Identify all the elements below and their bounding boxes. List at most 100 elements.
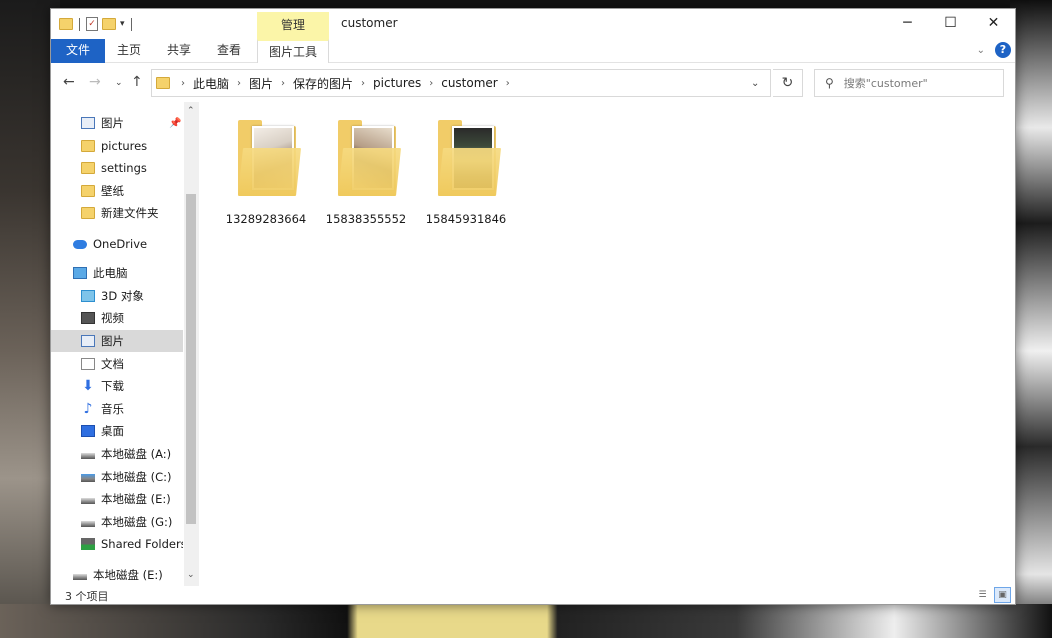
title-bar: ✓ ▾ 管理 customer ─ ☐ ✕	[51, 9, 1015, 40]
breadcrumb-separator-icon[interactable]: ›	[361, 78, 365, 89]
tab-share[interactable]: 共享	[159, 39, 199, 63]
computer-icon	[73, 267, 87, 279]
breadcrumb-separator-icon[interactable]: ›	[281, 78, 285, 89]
breadcrumb-pictures-folder[interactable]: pictures	[373, 76, 421, 90]
drive-icon	[81, 453, 95, 459]
nav-item-pictures-folder[interactable]: pictures	[51, 135, 183, 157]
help-icon[interactable]: ?	[995, 42, 1011, 58]
folder-icon	[156, 77, 170, 89]
new-folder-icon[interactable]	[102, 18, 116, 30]
breadcrumb-separator-icon[interactable]: ›	[429, 78, 433, 89]
nav-item-label: 壁纸	[101, 184, 124, 198]
expand-ribbon-icon[interactable]: ⌄	[977, 45, 985, 56]
recent-locations-icon[interactable]: ⌄	[115, 78, 123, 88]
nav-item-label: 本地磁盘 (G:)	[101, 515, 173, 529]
nav-item-wallpaper[interactable]: 壁纸	[51, 180, 183, 202]
breadcrumb-saved-pictures[interactable]: 保存的图片	[293, 75, 353, 92]
nav-item-this-pc[interactable]: 此电脑	[51, 262, 183, 284]
download-icon: ⬇	[82, 378, 94, 394]
nav-item-downloads[interactable]: ⬇ 下载	[51, 375, 183, 397]
search-input[interactable]	[843, 76, 984, 90]
folder-item[interactable]: 15838355552	[316, 102, 416, 226]
folder-icon	[81, 207, 95, 219]
nav-item-music[interactable]: ♪ 音乐	[51, 398, 183, 420]
close-button[interactable]: ✕	[972, 9, 1015, 37]
address-history-dropdown-icon[interactable]: ⌄	[751, 78, 759, 89]
nav-item-videos[interactable]: 视频	[51, 307, 183, 329]
pin-icon[interactable]: 📌	[169, 118, 181, 129]
item-count: 3 个项目	[65, 590, 109, 603]
nav-item-label: 本地磁盘 (E:)	[101, 492, 171, 506]
tab-file[interactable]: 文件	[51, 39, 105, 63]
video-icon	[81, 312, 95, 324]
breadcrumb-this-pc[interactable]: 此电脑	[193, 75, 229, 92]
nav-item-label: 文档	[101, 357, 124, 371]
nav-item-documents[interactable]: 文档	[51, 353, 183, 375]
breadcrumb-separator-icon[interactable]: ›	[237, 78, 241, 89]
nav-item-pictures-quick[interactable]: 图片 📌	[51, 112, 183, 134]
nav-item-label: 图片	[101, 116, 124, 130]
nav-scrollbar[interactable]: ⌃ ⌄	[184, 102, 199, 586]
back-arrow-icon[interactable]: ←	[63, 74, 75, 90]
breadcrumb-separator-icon[interactable]: ›	[181, 78, 185, 89]
search-icon: ⚲	[825, 76, 834, 90]
scroll-up-icon[interactable]: ⌃	[187, 106, 195, 116]
nav-item-label: 视频	[101, 311, 124, 325]
refresh-icon: ↻	[781, 75, 794, 91]
pictures-icon	[81, 117, 95, 129]
nav-item-drive-g[interactable]: 本地磁盘 (G:)	[51, 511, 183, 533]
nav-item-label: 本地磁盘 (E:)	[93, 568, 163, 582]
navigation-pane: 图片 📌 pictures settings 壁纸 新建文件夹 OneDrive…	[51, 102, 183, 586]
nav-item-3d-objects[interactable]: 3D 对象	[51, 285, 183, 307]
drive-icon	[81, 521, 95, 527]
tab-view[interactable]: 查看	[209, 39, 249, 63]
nav-item-label: 图片	[101, 334, 124, 348]
nav-item-settings[interactable]: settings	[51, 157, 183, 179]
breadcrumb-customer[interactable]: customer	[441, 76, 498, 90]
address-row: ← → ⌄ ↑ › 此电脑 › 图片 › 保存的图片 › pictures › …	[51, 64, 1015, 102]
folder-item[interactable]: 15845931846	[416, 102, 516, 226]
search-box[interactable]: ⚲	[814, 69, 1004, 97]
nav-item-drive-e[interactable]: 本地磁盘 (E:)	[51, 488, 183, 510]
scroll-thumb[interactable]	[186, 194, 196, 524]
nav-item-pictures[interactable]: 图片	[51, 330, 183, 352]
maximize-button[interactable]: ☐	[929, 9, 972, 37]
folder-name: 15838355552	[325, 212, 407, 226]
nav-item-label: 桌面	[101, 424, 124, 438]
refresh-button[interactable]: ↻	[773, 69, 803, 97]
nav-item-drive-c[interactable]: 本地磁盘 (C:)	[51, 466, 183, 488]
up-arrow-icon[interactable]: ↑	[131, 74, 143, 90]
address-bar[interactable]: › 此电脑 › 图片 › 保存的图片 › pictures › customer…	[151, 69, 771, 97]
nav-item-label: 本地磁盘 (C:)	[101, 470, 172, 484]
properties-icon[interactable]: ✓	[86, 17, 98, 31]
nav-item-desktop[interactable]: 桌面	[51, 420, 183, 442]
context-tab-group-manage: 管理	[257, 12, 329, 39]
details-view-button[interactable]: ☰	[974, 587, 991, 603]
3d-objects-icon	[81, 290, 95, 302]
nav-item-drive-a[interactable]: 本地磁盘 (A:)	[51, 443, 183, 465]
folder-thumbnail-icon	[438, 120, 502, 196]
folder-icon[interactable]	[59, 18, 73, 30]
music-icon: ♪	[83, 401, 93, 417]
folder-item[interactable]: 13289283664	[216, 102, 316, 226]
nav-item-onedrive[interactable]: OneDrive	[51, 233, 183, 255]
nav-item-shared-folders[interactable]: Shared Folders	[51, 533, 183, 555]
onedrive-icon	[73, 239, 87, 249]
large-icons-view-icon: ▣	[998, 590, 1007, 600]
drive-icon	[73, 574, 87, 580]
breadcrumb-pictures[interactable]: 图片	[249, 75, 273, 92]
tab-picture-tools[interactable]: 图片工具	[257, 39, 329, 63]
nav-item-new-folder[interactable]: 新建文件夹	[51, 202, 183, 224]
tab-home[interactable]: 主页	[109, 39, 149, 63]
minimize-button[interactable]: ─	[886, 9, 929, 37]
folder-name: 13289283664	[225, 212, 307, 226]
scroll-down-icon[interactable]: ⌄	[187, 570, 195, 580]
details-view-icon: ☰	[978, 590, 987, 600]
forward-arrow-icon[interactable]: →	[89, 74, 101, 90]
window-controls: ─ ☐ ✕	[886, 9, 1015, 40]
breadcrumb-separator-icon[interactable]: ›	[506, 78, 510, 89]
nav-item-drive-e-root[interactable]: 本地磁盘 (E:)	[51, 564, 183, 586]
customize-toolbar-icon[interactable]: ▾	[120, 19, 125, 29]
desktop-icon	[81, 425, 95, 437]
large-icons-view-button[interactable]: ▣	[994, 587, 1011, 603]
